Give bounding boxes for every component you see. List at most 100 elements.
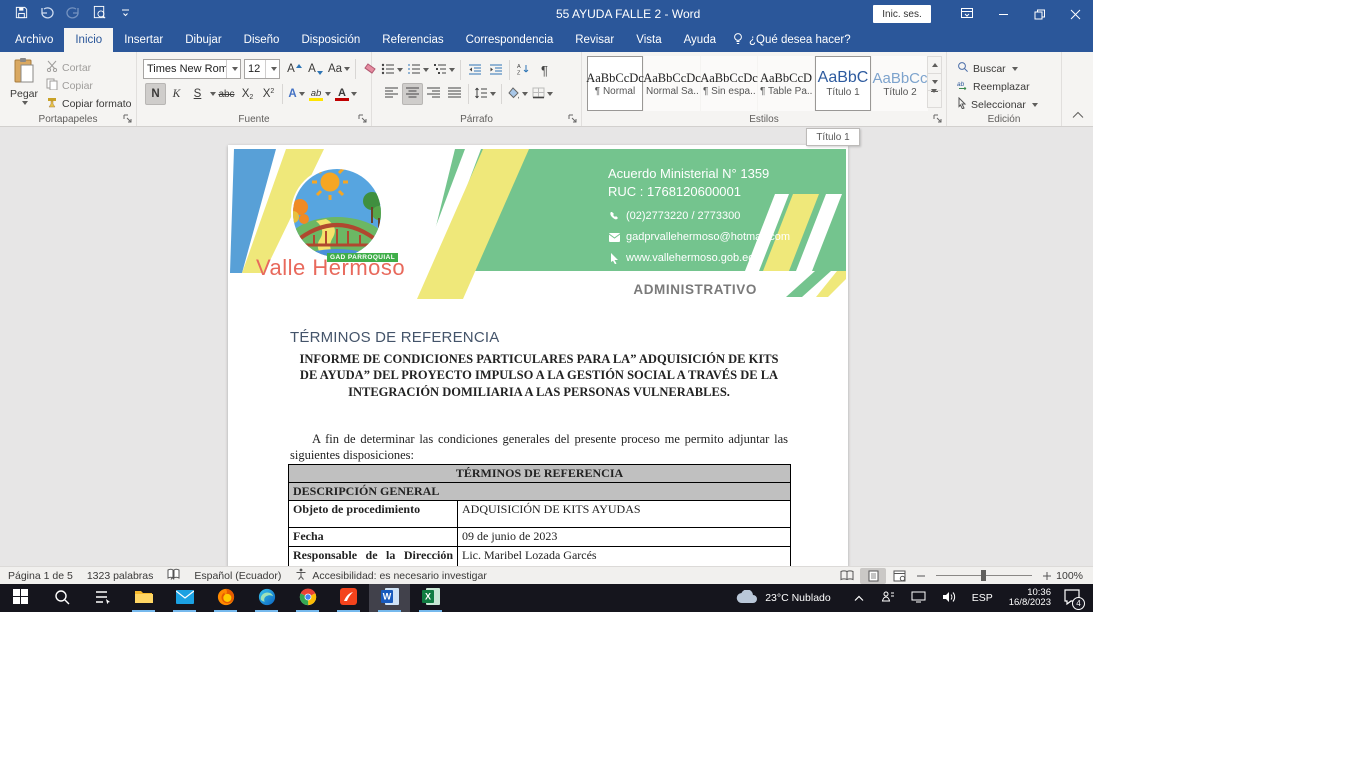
numbering-button[interactable] <box>405 59 431 81</box>
find-button[interactable]: Buscar <box>957 60 1018 77</box>
subscript-button[interactable]: X2 <box>237 83 258 105</box>
foxit-button[interactable] <box>328 584 369 612</box>
close-button[interactable] <box>1057 0 1093 28</box>
underline-button[interactable]: S <box>187 83 208 105</box>
font-family-select[interactable]: Times New Roman <box>143 59 241 79</box>
bold-button[interactable]: N <box>145 83 166 105</box>
row-label-cell[interactable]: Fecha <box>289 528 458 547</box>
zoom-slider[interactable] <box>936 575 1032 576</box>
style-normal[interactable]: AaBbCcDc¶ Normal <box>587 56 643 111</box>
row-value-cell[interactable]: ADQUISICIÓN DE KITS AYUDAS <box>458 501 791 528</box>
redo-button[interactable] <box>62 3 84 25</box>
doc-intro[interactable]: A fin de determinar las condiciones gene… <box>290 432 788 463</box>
doc-subject[interactable]: INFORME DE CONDICIONES PARTICULARES PARA… <box>290 351 788 400</box>
department-label[interactable]: ADMINISTRATIVO <box>633 282 757 297</box>
minimize-button[interactable] <box>985 0 1021 28</box>
text-effects-button[interactable]: A <box>286 83 307 105</box>
undo-button[interactable] <box>36 3 58 25</box>
increase-indent-button[interactable] <box>485 59 506 81</box>
styles-more-button[interactable] <box>927 90 942 108</box>
style-normal-sa[interactable]: AaBbCcDcNormal Sa... <box>644 56 700 111</box>
multilevel-list-button[interactable] <box>431 59 457 81</box>
table-row[interactable]: DESCRIPCIÓN GENERAL <box>289 483 791 501</box>
zoom-out-button[interactable] <box>912 568 930 584</box>
replace-button[interactable]: ab Reemplazar <box>957 78 1030 95</box>
tab-correspondencia[interactable]: Correspondencia <box>455 28 565 52</box>
tray-chevron-button[interactable] <box>854 591 864 605</box>
word-button[interactable]: W <box>369 584 410 612</box>
styles-scroll-up-button[interactable] <box>927 56 942 74</box>
sort-button[interactable]: AZ <box>513 59 534 81</box>
edge-button[interactable] <box>246 584 287 612</box>
highlight-button[interactable]: ab <box>307 83 333 105</box>
paragraph-dialog-launcher[interactable] <box>568 113 579 124</box>
status-language[interactable]: Español (Ecuador) <box>194 570 281 582</box>
meet-now-icon[interactable] <box>881 590 895 606</box>
line-spacing-button[interactable] <box>472 83 498 105</box>
status-words[interactable]: 1323 palabras <box>87 570 154 582</box>
styles-dialog-launcher[interactable] <box>933 113 944 124</box>
align-right-button[interactable] <box>423 83 444 105</box>
paste-button[interactable]: Pegar <box>6 57 42 105</box>
tab-dibujar[interactable]: Dibujar <box>174 28 232 52</box>
table-section-cell[interactable]: DESCRIPCIÓN GENERAL <box>289 483 791 501</box>
style-titulo-1[interactable]: AaBbCTítulo 1 <box>815 56 871 111</box>
mail-button[interactable] <box>164 584 205 612</box>
bullets-button[interactable] <box>379 59 405 81</box>
strikethrough-button[interactable]: abc <box>216 83 237 105</box>
view-read-mode-button[interactable] <box>834 568 860 584</box>
row-value-cell[interactable]: 09 de junio de 2023 <box>458 528 791 547</box>
view-web-layout-button[interactable] <box>886 568 912 584</box>
table-row[interactable]: TÉRMINOS DE REFERENCIA <box>289 465 791 483</box>
format-painter-button[interactable]: Copiar formato <box>46 95 131 112</box>
language-indicator[interactable]: ESP <box>972 592 993 604</box>
view-print-layout-button[interactable] <box>860 568 886 584</box>
show-marks-button[interactable]: ¶ <box>534 59 555 81</box>
tab-ayuda[interactable]: Ayuda <box>673 28 727 52</box>
justify-button[interactable] <box>444 83 465 105</box>
shading-button[interactable] <box>505 83 530 105</box>
tdr-table[interactable]: TÉRMINOS DE REFERENCIA DESCRIPCIÓN GENER… <box>288 464 791 566</box>
table-title-cell[interactable]: TÉRMINOS DE REFERENCIA <box>289 465 791 483</box>
proofing-icon[interactable] <box>167 568 180 583</box>
tell-me-box[interactable]: ¿Qué desea hacer? <box>733 28 851 52</box>
signin-button[interactable]: Inic. ses. <box>873 5 931 23</box>
status-accessibility[interactable]: Accesibilidad: es necesario investigar <box>295 568 487 583</box>
style-table-paragraph[interactable]: AaBbCcD¶ Table Pa... <box>758 56 814 111</box>
weather-widget[interactable]: 23°C Nublado <box>736 590 831 607</box>
table-row[interactable]: Responsable de la Dirección Requirente L… <box>289 547 791 567</box>
search-button[interactable] <box>41 584 82 612</box>
tab-archivo[interactable]: Archivo <box>4 28 64 52</box>
style-sin-espaciado[interactable]: AaBbCcDc¶ Sin espa... <box>701 56 757 111</box>
collapse-ribbon-button[interactable] <box>1072 108 1084 122</box>
save-button[interactable] <box>10 3 32 25</box>
cut-button[interactable]: Cortar <box>46 59 91 76</box>
explorer-button[interactable] <box>123 584 164 612</box>
grow-font-button[interactable]: A <box>284 58 305 80</box>
select-button[interactable]: Seleccionar <box>957 96 1038 113</box>
table-row[interactable]: Objeto de procedimiento ADQUISICIÓN DE K… <box>289 501 791 528</box>
style-titulo-2[interactable]: AaBbCcTítulo 2 <box>872 56 928 111</box>
align-left-button[interactable] <box>381 83 402 105</box>
tab-referencias[interactable]: Referencias <box>371 28 454 52</box>
clock[interactable]: 10:36 16/8/2023 <box>1009 588 1051 609</box>
excel-button[interactable]: X <box>410 584 451 612</box>
tab-diseno[interactable]: Diseño <box>233 28 291 52</box>
tab-revisar[interactable]: Revisar <box>564 28 625 52</box>
shrink-font-button[interactable]: A <box>305 58 326 80</box>
change-case-button[interactable]: Aa <box>326 58 352 80</box>
qat-customize-button[interactable] <box>114 3 136 25</box>
zoom-percent[interactable]: 100% <box>1056 570 1083 582</box>
ribbon-display-button[interactable] <box>949 0 985 28</box>
font-dialog-launcher[interactable] <box>358 113 369 124</box>
tab-disposicion[interactable]: Disposición <box>290 28 371 52</box>
font-size-select[interactable]: 12 <box>244 59 280 79</box>
notification-button[interactable]: 4 <box>1063 589 1081 608</box>
row-label-cell[interactable]: Objeto de procedimiento <box>289 501 458 528</box>
document-page[interactable]: Valle Hermoso GAD PARROQUIAL Acuerdo Min… <box>228 145 848 566</box>
firefox-button[interactable] <box>205 584 246 612</box>
row-label-cell[interactable]: Responsable de la Dirección Requirente <box>289 547 458 567</box>
italic-button[interactable]: K <box>166 83 187 105</box>
row-value-cell[interactable]: Lic. Maribel Lozada Garcés Auxiliar de C… <box>458 547 791 567</box>
task-view-button[interactable] <box>82 584 123 612</box>
